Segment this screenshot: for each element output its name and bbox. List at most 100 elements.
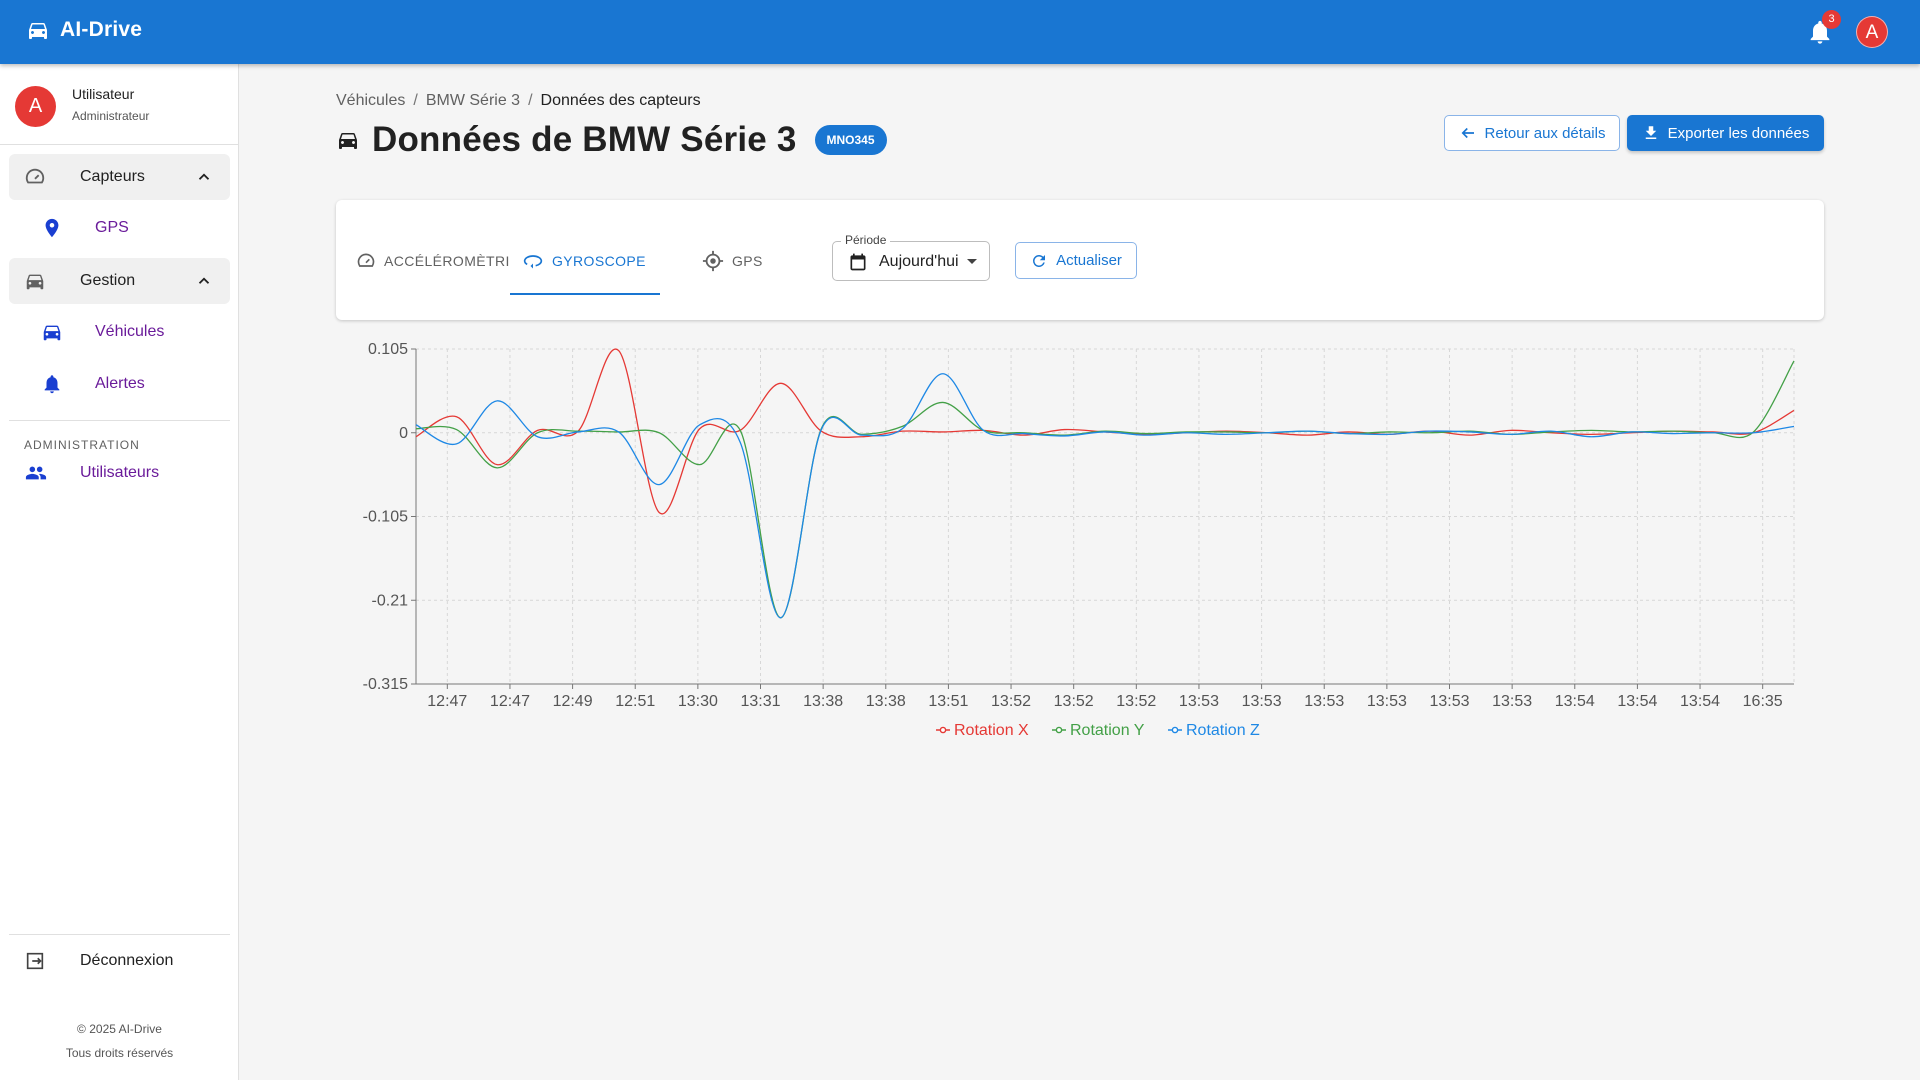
bell-icon (44, 375, 60, 394)
refresh-label: Actualiser (1056, 252, 1122, 269)
divider (9, 934, 230, 935)
refresh-button[interactable]: Actualiser (1015, 242, 1137, 279)
sidebar-item-label: Utilisateurs (80, 464, 160, 481)
active-tab-indicator (510, 293, 660, 295)
x-tick-label: 13:53 (1492, 693, 1532, 710)
export-button-label: Exporter les données (1667, 124, 1810, 142)
sidebar-group-label: Gestion (80, 272, 136, 289)
sidebar-group-gestion[interactable]: Gestion (9, 258, 230, 304)
breadcrumb-separator: / (528, 92, 533, 109)
x-tick-label: 13:31 (740, 693, 780, 710)
x-tick-label: 13:53 (1304, 693, 1344, 710)
tab-gps[interactable]: GPS (702, 250, 763, 272)
period-label: Période (841, 233, 891, 247)
legend-marker (939, 726, 947, 734)
page-header: Données de BMW Série 3 MNO345 (336, 120, 887, 160)
y-tick-label: -0.21 (372, 592, 409, 609)
avatar: A (15, 86, 56, 127)
period-select[interactable]: Période Aujourd'hui (832, 233, 990, 281)
plate-badge: MNO345 (814, 125, 887, 155)
car-icon (29, 23, 47, 39)
tab-label: GPS (732, 253, 763, 269)
brand[interactable]: AI-Drive (26, 18, 142, 42)
y-tick-label: 0.105 (368, 341, 408, 358)
footer-copyright: © 2025 AI-Drive (77, 1022, 162, 1036)
notification-badge: 3 (1822, 10, 1841, 29)
sidebar: A Utilisateur Administrateur Capteurs GP… (0, 64, 239, 1080)
x-tick-label: 13:54 (1617, 693, 1657, 710)
legend-label: Rotation Z (1186, 722, 1260, 739)
tab-label: GYROSCOPE (552, 253, 646, 269)
breadcrumb-current: Données des capteurs (540, 92, 701, 109)
x-tick-label: 13:38 (803, 693, 843, 710)
breadcrumb-link-bmw[interactable]: BMW Série 3 (426, 92, 520, 109)
breadcrumb: Véhicules / BMW Série 3 / Données des capteu… (336, 92, 701, 110)
export-data-button[interactable]: Exporter les données (1627, 115, 1824, 151)
series-line-3 (415, 373, 1795, 619)
rotate-icon (523, 255, 543, 269)
y-tick-label: 0 (399, 425, 408, 442)
x-tick-label: 13:52 (991, 693, 1031, 710)
user-role: Administrateur (72, 109, 150, 123)
calendar-icon (850, 253, 866, 271)
logout-label: Déconnexion (80, 952, 174, 969)
page-title: Données de BMW Série 3 (372, 120, 797, 159)
x-tick-label: 13:53 (1429, 693, 1469, 710)
x-tick-label: 13:52 (1054, 693, 1094, 710)
car-icon (26, 274, 44, 290)
y-tick-label: -0.315 (363, 676, 408, 693)
period-value: Aujourd'hui (879, 253, 959, 270)
footer-rights: Tous droits réservés (65, 1046, 174, 1060)
gyroscope-chart: 0.105 0 -0.105 -0.21 -0.315 12:47 12:47 12:49 12… (363, 341, 1795, 739)
account-avatar[interactable]: A (1856, 16, 1888, 48)
x-tick-label: 16:35 (1743, 693, 1783, 710)
x-tick-label: 12:51 (615, 693, 655, 710)
dropdown-arrow-icon (967, 259, 977, 264)
sidebar-item-utilisateurs[interactable]: Utilisateurs (9, 451, 230, 495)
sidebar-item-label: GPS (95, 219, 129, 236)
x-tick-label: 13:51 (928, 693, 968, 710)
breadcrumb-separator: / (413, 92, 418, 109)
legend-label: Rotation X (954, 722, 1029, 739)
tab-label: ACCÉLÉROMÈTRI (384, 253, 510, 269)
speedometer-icon (357, 253, 375, 267)
breadcrumb-link-vehicules[interactable]: Véhicules (336, 92, 405, 109)
tab-gyroscope[interactable]: GYROSCOPE (522, 250, 646, 272)
car-icon (339, 133, 357, 149)
people-icon (25, 466, 47, 480)
sidebar-group-capteurs[interactable]: Capteurs (9, 154, 230, 200)
app-name: AI-Drive (60, 18, 143, 41)
legend-marker (1055, 726, 1063, 734)
divider (9, 420, 230, 421)
divider (0, 144, 239, 145)
x-tick-label: 13:53 (1242, 693, 1282, 710)
location-pin-icon (45, 218, 59, 238)
x-tick-label: 13:52 (1116, 693, 1156, 710)
tab-accelerometre[interactable]: ACCÉLÉROMÈTRI (356, 250, 510, 272)
x-tick-label: 13:54 (1680, 693, 1720, 710)
sidebar-item-label: Alertes (95, 375, 145, 392)
legend-label: Rotation Y (1070, 722, 1145, 739)
sidebar-item-vehicules[interactable]: Véhicules (9, 310, 230, 354)
chevron-up-icon[interactable] (195, 168, 213, 186)
x-tick-label: 13:53 (1179, 693, 1219, 710)
app-bar: AI-Drive 3 A (0, 0, 1920, 64)
section-title: ADMINISTRATION (24, 438, 140, 452)
x-tick-label: 12:47 (427, 693, 467, 710)
user-name: Utilisateur (72, 86, 135, 102)
x-tick-label: 12:47 (490, 693, 530, 710)
speedometer-icon (25, 168, 45, 184)
x-tick-label: 13:53 (1367, 693, 1407, 710)
x-tick-label: 13:54 (1555, 693, 1595, 710)
x-tick-label: 12:49 (553, 693, 593, 710)
sidebar-group-label: Capteurs (80, 168, 145, 185)
back-to-details-button[interactable]: Retour aux détails (1444, 115, 1620, 151)
logout-button[interactable]: Déconnexion (9, 938, 230, 984)
sensor-controls-panel: ACCÉLÉROMÈTRI GYROSCOPE GPS Période Aujo… (336, 200, 1824, 320)
series-line-2 (415, 360, 1795, 619)
chevron-up-icon[interactable] (195, 272, 213, 290)
back-button-label: Retour aux détails (1484, 124, 1606, 142)
sidebar-item-alertes[interactable]: Alertes (9, 362, 230, 406)
y-tick-label: -0.105 (363, 509, 408, 526)
sidebar-item-gps[interactable]: GPS (9, 206, 230, 250)
